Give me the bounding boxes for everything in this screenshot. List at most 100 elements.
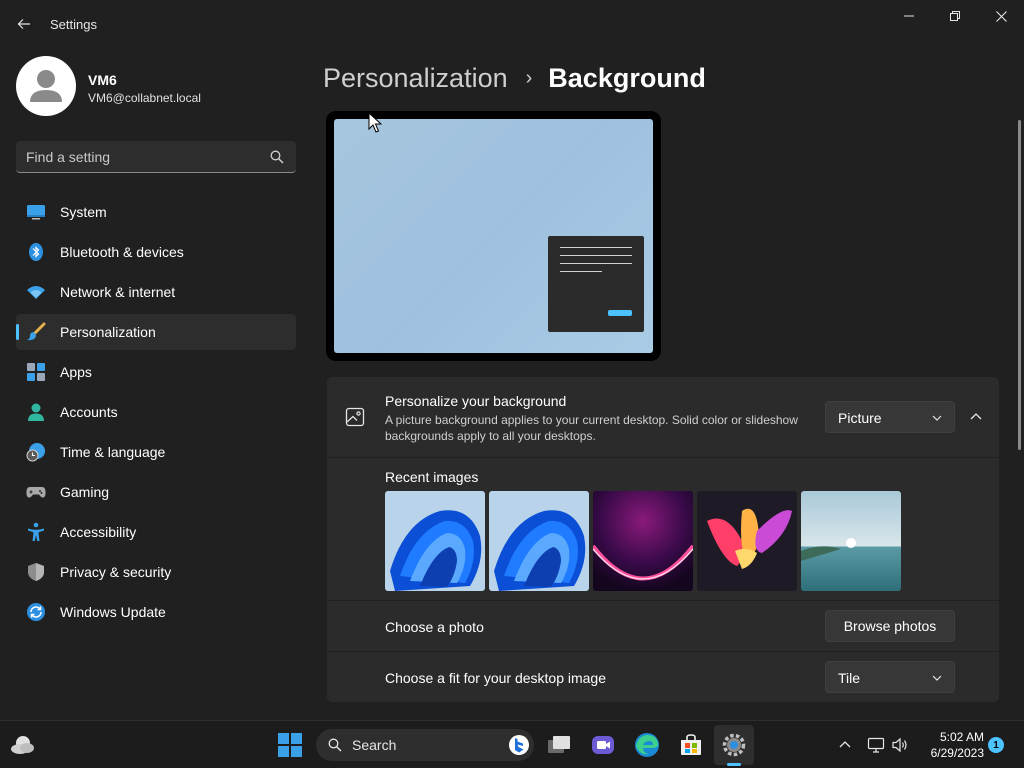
- sidebar-item-gaming[interactable]: Gaming: [16, 474, 296, 510]
- update-icon: [27, 603, 45, 621]
- bing-icon[interactable]: [508, 734, 530, 756]
- bluetooth-icon: [29, 243, 43, 261]
- preview-wallpaper: [334, 119, 653, 353]
- volume-tray-button[interactable]: [891, 736, 909, 754]
- breadcrumb-separator: ›: [525, 66, 533, 89]
- search-icon: [328, 738, 342, 752]
- chevron-down-icon: [932, 415, 942, 421]
- fit-dropdown[interactable]: Tile: [825, 661, 955, 693]
- edge-browser-icon: [635, 733, 659, 757]
- taskbar: Search 5:02 AM 6/29/2023 1: [0, 720, 1024, 768]
- windows-start-icon[interactable]: [278, 733, 302, 757]
- lake-wallpaper-thumbnail: [801, 491, 901, 591]
- fit-value: Tile: [838, 670, 861, 686]
- background-type-value: Picture: [838, 410, 882, 426]
- close-button[interactable]: [978, 0, 1024, 32]
- recent-image-1[interactable]: [385, 491, 485, 591]
- chevron-down-icon: [932, 675, 942, 681]
- bloom-wallpaper-thumbnail: [489, 491, 589, 591]
- sidebar-item-apps[interactable]: Apps: [16, 354, 296, 390]
- back-arrow-icon: [17, 19, 30, 29]
- browse-photos-button[interactable]: Browse photos: [825, 610, 955, 642]
- app-title: Settings: [50, 17, 97, 32]
- clock-globe-icon: [26, 443, 45, 462]
- search-icon[interactable]: [270, 150, 284, 164]
- recent-image-3[interactable]: [593, 491, 693, 591]
- minimize-icon: [904, 15, 914, 17]
- recent-image-5[interactable]: [801, 491, 901, 591]
- picture-icon: [345, 407, 365, 427]
- mouse-cursor-icon: [368, 112, 382, 133]
- brush-icon: [27, 322, 46, 341]
- recent-images-list: [385, 491, 901, 591]
- apps-icon: [27, 363, 45, 381]
- network-tray-button[interactable]: [867, 736, 885, 754]
- settings-taskbar-button[interactable]: [720, 731, 748, 759]
- background-card-title: Personalize your background: [385, 393, 567, 409]
- bloom-wallpaper-thumbnail: [385, 491, 485, 591]
- recent-image-2[interactable]: [489, 491, 589, 591]
- sidebar-item-time-language[interactable]: Time & language: [16, 434, 296, 470]
- sidebar-item-system[interactable]: System: [16, 194, 296, 230]
- choose-photo-label: Choose a photo: [385, 619, 484, 635]
- taskbar-clock[interactable]: 5:02 AM 6/29/2023: [916, 729, 984, 761]
- task-view-button[interactable]: [545, 731, 573, 759]
- sidebar-item-personalization[interactable]: Personalization: [16, 314, 296, 350]
- chat-icon: [592, 736, 614, 754]
- sidebar-item-accessibility[interactable]: Accessibility: [16, 514, 296, 550]
- breadcrumb: Personalization › Background: [323, 58, 706, 98]
- user-profile[interactable]: VM6 VM6@collabnet.local: [16, 56, 296, 118]
- ribbon-wallpaper-thumbnail: [697, 491, 797, 591]
- collapse-button[interactable]: [965, 401, 987, 433]
- speaker-icon: [892, 737, 907, 753]
- active-app-indicator: [727, 763, 741, 766]
- settings-search: [16, 141, 296, 173]
- gamepad-icon: [26, 487, 46, 498]
- store-button[interactable]: [677, 731, 705, 759]
- minimize-button[interactable]: [886, 0, 932, 32]
- breadcrumb-parent[interactable]: Personalization: [323, 63, 508, 94]
- close-icon: [995, 10, 1007, 22]
- sidebar-item-network[interactable]: Network & internet: [16, 274, 296, 310]
- restore-icon: [950, 11, 960, 21]
- chevron-up-icon: [839, 741, 851, 748]
- monitor-icon: [27, 205, 45, 220]
- notification-badge[interactable]: 1: [988, 737, 1004, 753]
- preview-window: [548, 236, 644, 332]
- recent-image-4[interactable]: [697, 491, 797, 591]
- maximize-button[interactable]: [932, 0, 978, 32]
- glow-wallpaper-thumbnail: [593, 491, 693, 591]
- choose-photo-row: Choose a photo Browse photos: [327, 601, 999, 651]
- profile-email: VM6@collabnet.local: [88, 91, 201, 105]
- taskbar-search[interactable]: Search: [316, 729, 534, 761]
- background-type-dropdown[interactable]: Picture: [825, 401, 955, 433]
- avatar: [16, 56, 76, 116]
- taskbar-search-label: Search: [352, 737, 397, 753]
- edge-button[interactable]: [633, 731, 661, 759]
- recent-images-section: Recent images: [327, 458, 999, 600]
- preview-accent-button: [608, 310, 632, 316]
- wifi-icon: [27, 286, 45, 299]
- gear-icon: [722, 733, 746, 757]
- sidebar-nav: System Bluetooth & devices Network & int…: [16, 194, 296, 634]
- sidebar-item-accounts[interactable]: Accounts: [16, 394, 296, 430]
- clock-time: 5:02 AM: [939, 730, 984, 744]
- back-button[interactable]: [10, 10, 38, 38]
- sidebar-item-bluetooth[interactable]: Bluetooth & devices: [16, 234, 296, 270]
- title-bar: Settings: [0, 0, 1024, 48]
- chevron-up-icon: [970, 413, 982, 420]
- account-icon: [28, 403, 44, 421]
- teams-chat-button[interactable]: [589, 731, 617, 759]
- user-silhouette-icon: [30, 70, 62, 102]
- profile-name: VM6: [88, 72, 117, 88]
- weather-icon[interactable]: [10, 733, 36, 757]
- store-icon: [681, 734, 701, 755]
- show-hidden-icons-button[interactable]: [836, 736, 854, 754]
- choose-fit-row: Choose a fit for your desktop image Tile: [327, 652, 999, 702]
- sidebar-item-privacy-security[interactable]: Privacy & security: [16, 554, 296, 590]
- page-title: Background: [548, 62, 706, 93]
- sidebar-item-windows-update[interactable]: Windows Update: [16, 594, 296, 630]
- content-scrollbar[interactable]: [1018, 120, 1021, 450]
- clock-date: 6/29/2023: [930, 746, 984, 760]
- search-input[interactable]: [26, 141, 266, 172]
